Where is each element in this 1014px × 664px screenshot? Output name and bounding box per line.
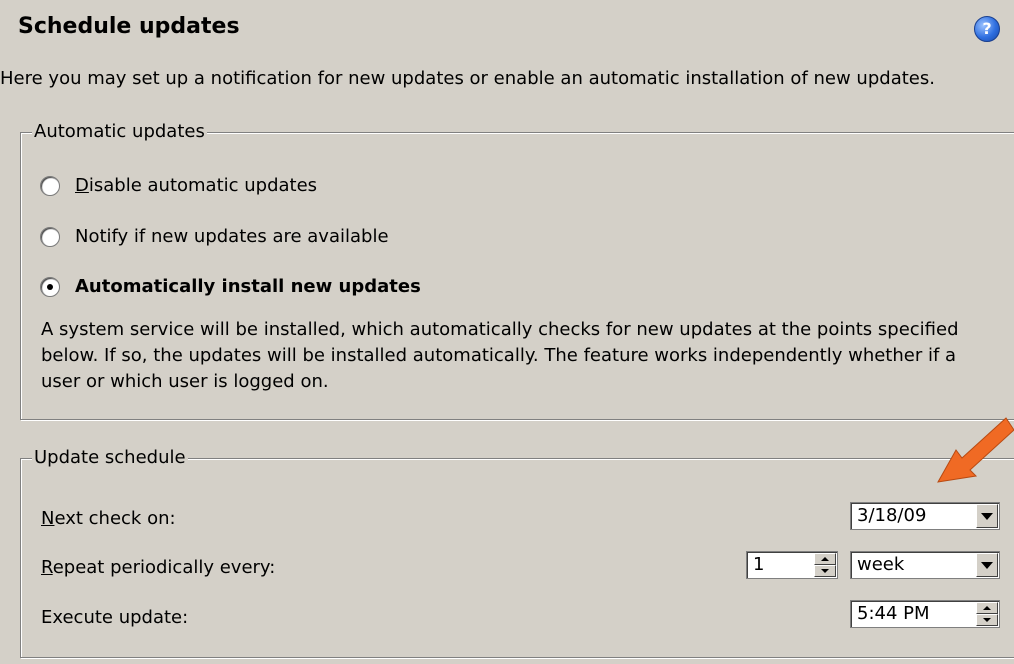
radio-button-selected[interactable] <box>40 276 60 297</box>
automatic-updates-legend: Automatic updates <box>32 121 207 142</box>
spin-up-icon[interactable] <box>976 602 998 614</box>
spinner-arrows[interactable] <box>976 602 998 626</box>
radio-button[interactable] <box>40 226 60 247</box>
next-check-date-dropdown[interactable]: 3/18/09 <box>850 502 1000 530</box>
radio-auto-install-updates[interactable]: Automatically install new updates <box>40 276 421 297</box>
page-title: Schedule updates <box>18 14 240 39</box>
radio-label-auto-install: Automatically install new updates <box>75 276 421 297</box>
repeat-count-stepper[interactable]: 1 <box>746 551 838 579</box>
orange-arrow-icon <box>937 417 1014 483</box>
radio-button[interactable] <box>40 175 60 196</box>
spin-down-icon[interactable] <box>976 614 998 626</box>
description-text: Here you may set up a notification for n… <box>0 68 935 89</box>
execute-time-value: 5:44 PM <box>857 603 930 624</box>
radio-notify-updates[interactable]: Notify if new updates are available <box>40 226 389 247</box>
repeat-unit-value: week <box>857 554 905 575</box>
radio-label-disable: Disable automatic updates <box>75 175 318 196</box>
auto-install-info-text: A system service will be installed, whic… <box>41 319 959 392</box>
repeat-count-value: 1 <box>753 554 765 575</box>
chevron-down-icon[interactable] <box>976 504 998 528</box>
next-check-date-value: 3/18/09 <box>857 505 927 526</box>
spin-up-icon[interactable] <box>814 553 836 565</box>
radio-disable-automatic-updates[interactable]: Disable automatic updates <box>40 175 317 196</box>
execute-update-label: Execute update: <box>41 607 189 628</box>
next-check-label: Next check on: <box>41 508 176 529</box>
repeat-label: Repeat periodically every: <box>41 557 276 578</box>
radio-label-notify: Notify if new updates are available <box>75 226 389 247</box>
repeat-unit-dropdown[interactable]: week <box>850 551 1000 579</box>
execute-time-stepper[interactable]: 5:44 PM <box>850 600 1000 628</box>
spinner-arrows[interactable] <box>814 553 836 577</box>
help-icon[interactable]: ? <box>974 16 1000 42</box>
spin-down-icon[interactable] <box>814 565 836 577</box>
update-schedule-legend: Update schedule <box>32 447 188 468</box>
help-icon-glyph: ? <box>982 19 992 38</box>
chevron-down-icon[interactable] <box>976 553 998 577</box>
